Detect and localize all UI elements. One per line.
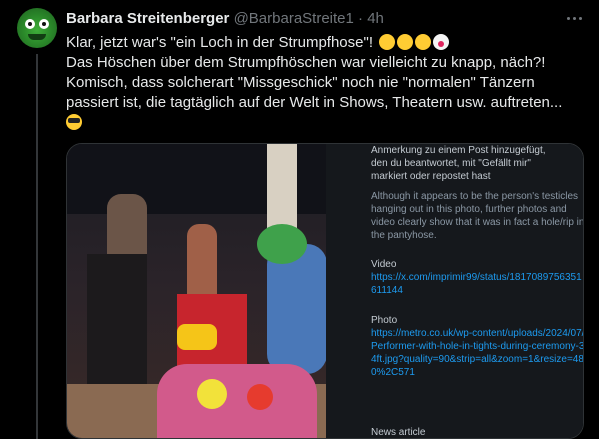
timestamp[interactable]: 4h (367, 10, 384, 27)
tweet-header: Barbara Streitenberger @BarbaraStreite1 … (66, 10, 384, 28)
avatar-mouth (28, 34, 46, 40)
display-name[interactable]: Barbara Streitenberger (66, 10, 229, 27)
rolling-laughing-emoji (397, 34, 414, 50)
partying-face-emoji (415, 34, 432, 50)
user-handle[interactable]: @BarbaraStreite1 (234, 10, 354, 27)
video-label: Video (371, 259, 397, 270)
sunglasses-face-emoji (66, 114, 82, 130)
tears-of-joy-emoji (379, 34, 396, 50)
avatar-eye-left (25, 19, 35, 29)
clown-face-emoji (433, 34, 450, 50)
note-header-line: den du beantwortet, mit "Gefällt mir" (371, 158, 531, 169)
more-dots-icon[interactable] (565, 8, 585, 28)
avatar-eye-right (39, 19, 49, 29)
video-link[interactable]: https://x.com/imprimir99/status/18170897… (371, 271, 583, 297)
tweet-line: passiert ist, die tagtäglich auf der Wel… (66, 94, 563, 111)
note-header-line: Anmerkung zu einem Post hinzugefügt, (371, 145, 546, 156)
note-body: Although it appears to be the person's t… (371, 191, 584, 241)
performance-photo[interactable] (67, 144, 326, 438)
tweet-line: Komisch, dass solcherart "Missgeschick" … (66, 74, 535, 91)
photo-link[interactable]: https://metro.co.uk/wp-content/uploads/2… (371, 327, 583, 379)
tweet-media[interactable]: Anmerkung zu einem Post hinzugefügt, den… (66, 143, 584, 439)
thread-line (36, 54, 38, 439)
tweet-line: Klar, jetzt war's "ein Loch in der Strum… (66, 33, 586, 53)
community-note: Anmerkung zu einem Post hinzugefügt, den… (326, 144, 584, 438)
news-article-label: News article (371, 427, 426, 438)
note-header-line: markiert oder repostet hast (371, 171, 491, 182)
photo-label: Photo (371, 315, 398, 326)
tweet-text: Klar, jetzt war's "ein Loch in der Strum… (66, 33, 586, 133)
avatar[interactable] (17, 8, 57, 48)
tweet-line: Das Höschen über dem Strumpfhöschen war … (66, 54, 546, 71)
separator: · (358, 10, 364, 27)
